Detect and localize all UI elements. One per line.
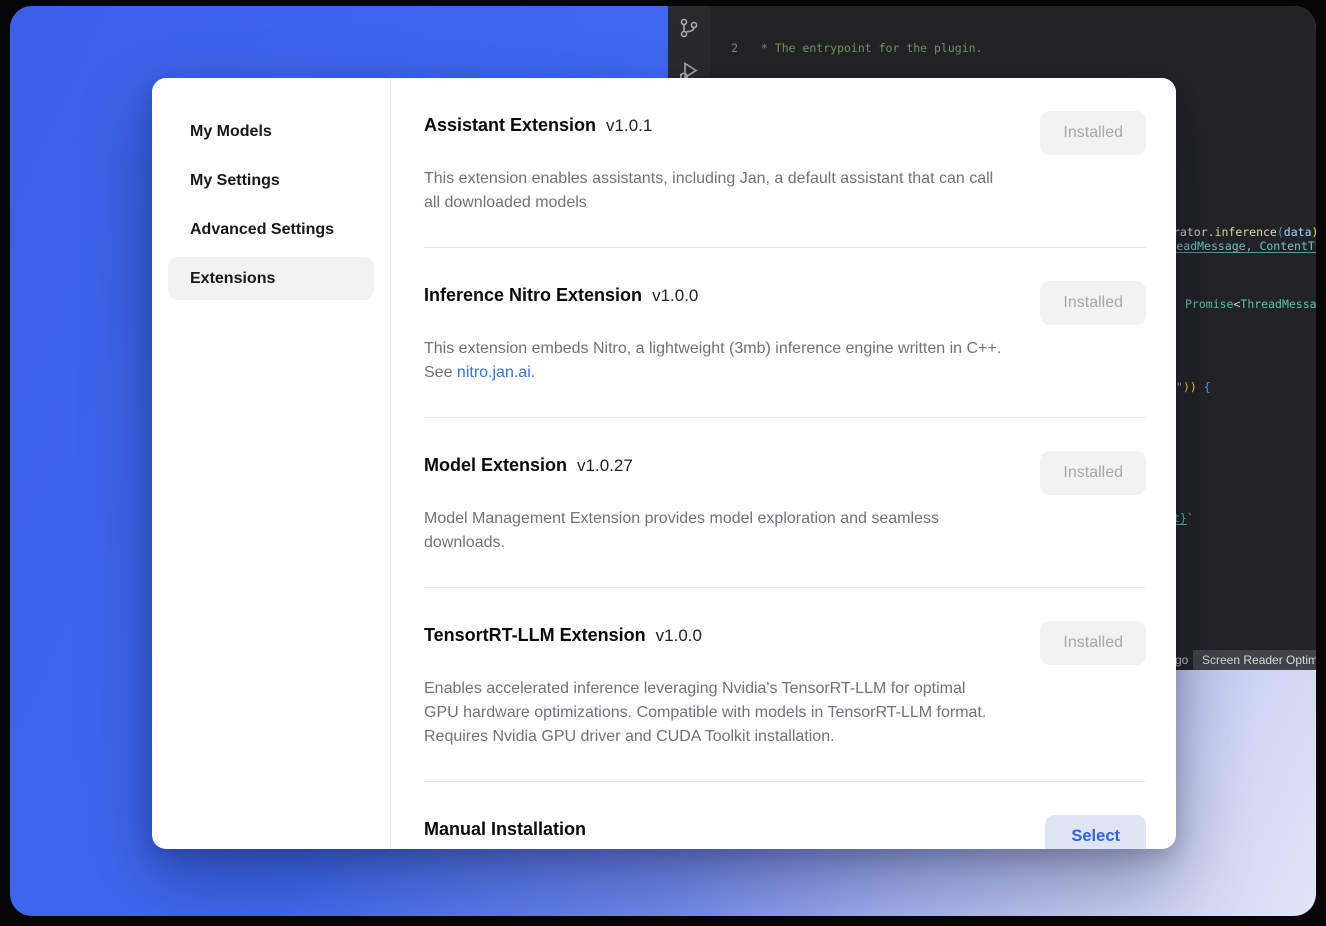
screen-reader-optimized-item[interactable]: Screen Reader Optimize xyxy=(1193,650,1316,670)
code-fragment-template-end: t}` xyxy=(1173,510,1194,526)
installed-badge[interactable]: Installed xyxy=(1040,111,1146,155)
extension-version: v1.0.0 xyxy=(656,626,702,645)
extension-name: TensortRT-LLM Extension xyxy=(424,625,646,645)
installed-badge[interactable]: Installed xyxy=(1040,621,1146,665)
source-control-icon[interactable] xyxy=(677,16,701,40)
select-file-button[interactable]: Select xyxy=(1045,815,1146,849)
extension-row-assistant: Assistant Extension v1.0.1 Installed This… xyxy=(424,78,1146,248)
code-line: 2 * The entrypoint for the plugin. xyxy=(710,40,1316,57)
extension-name: Inference Nitro Extension xyxy=(424,285,642,305)
installed-badge[interactable]: Installed xyxy=(1040,281,1146,325)
sidebar-item-advanced-settings[interactable]: Advanced Settings xyxy=(168,208,374,251)
status-text-fragment: go xyxy=(1175,653,1188,667)
installed-badge[interactable]: Installed xyxy=(1040,451,1146,495)
extension-description: Model Management Extension provides mode… xyxy=(424,507,1002,555)
code-fragment-promise: Promise<ThreadMessage> xyxy=(1185,296,1316,312)
code-fragment-inference: rator.inference(data)); xyxy=(1173,224,1316,240)
extensions-panel: Assistant Extension v1.0.1 Installed This… xyxy=(391,78,1176,849)
sidebar-item-my-models[interactable]: My Models xyxy=(168,110,374,153)
extension-row-nitro: Inference Nitro Extension v1.0.0 Installe… xyxy=(424,248,1146,418)
extension-description: Enables accelerated inference leveraging… xyxy=(424,677,1002,749)
extension-description: This extension enables assistants, inclu… xyxy=(424,167,1002,215)
code-fragment-brackets: ")) { xyxy=(1176,379,1211,395)
sidebar-item-extensions[interactable]: Extensions xyxy=(168,257,374,300)
extension-description: This extension embeds Nitro, a lightweig… xyxy=(424,337,1002,385)
extension-name: Model Extension xyxy=(424,455,567,475)
manual-installation-row: Manual Installation Select Select an ext… xyxy=(424,782,1146,849)
extension-name: Assistant Extension xyxy=(424,115,596,135)
extension-row-model: Model Extension v1.0.27 Installed Model M… xyxy=(424,418,1146,588)
extension-version: v1.0.0 xyxy=(652,286,698,305)
settings-sidebar: My Models My Settings Advanced Settings … xyxy=(152,78,391,849)
nitro-jan-ai-link[interactable]: nitro.jan.ai. xyxy=(457,364,535,381)
sidebar-item-my-settings[interactable]: My Settings xyxy=(168,159,374,202)
extension-version: v1.0.1 xyxy=(606,116,652,135)
extension-row-tensorrt: TensortRT-LLM Extensionv1.0.0 Installed … xyxy=(424,588,1146,782)
manual-installation-title: Manual Installation xyxy=(424,819,586,839)
line-number: 2 xyxy=(710,40,738,57)
settings-modal: My Models My Settings Advanced Settings … xyxy=(152,78,1176,849)
extension-version: v1.0.27 xyxy=(577,456,633,475)
